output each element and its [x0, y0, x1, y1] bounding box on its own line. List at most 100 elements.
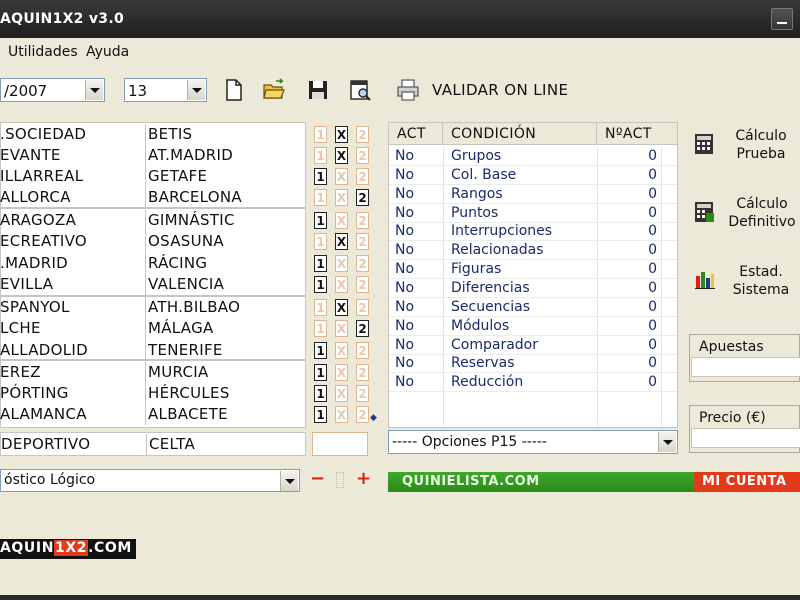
- quinielista-link[interactable]: QUINIELISTA.COM: [402, 474, 540, 489]
- pick-1-checkbox[interactable]: 1: [314, 364, 327, 381]
- pick-x-checkbox[interactable]: X: [335, 320, 348, 337]
- pick-x-checkbox[interactable]: X: [335, 385, 348, 402]
- pick-1-checkbox[interactable]: 1: [314, 168, 327, 185]
- estad-sistema-button[interactable]: Estad. Sistema: [722, 263, 800, 299]
- condition-row[interactable]: No Comparador 0: [389, 336, 677, 355]
- pick-1-checkbox[interactable]: 1: [314, 189, 327, 206]
- condition-row[interactable]: No Col. Base 0: [389, 166, 677, 185]
- pick-2-checkbox[interactable]: 2: [356, 233, 369, 250]
- condition-row[interactable]: No Relacionadas 0: [389, 241, 677, 261]
- pick-2-checkbox[interactable]: 2: [356, 168, 369, 185]
- col-header-condicion[interactable]: CONDICIÓN: [443, 123, 597, 145]
- col-header-act[interactable]: ACT: [389, 123, 443, 145]
- opciones-combo[interactable]: ----- Opciones P15 -----: [388, 430, 678, 454]
- away-team: ATH.BILBAO: [148, 298, 241, 316]
- pick-x-checkbox[interactable]: X: [335, 364, 348, 381]
- pick-2-checkbox[interactable]: 2: [356, 212, 369, 229]
- pick-1-checkbox[interactable]: 1: [314, 212, 327, 229]
- pick-2-checkbox[interactable]: 2: [356, 364, 369, 381]
- pick-2-checkbox[interactable]: 2: [356, 276, 369, 293]
- pick-1-checkbox[interactable]: 1: [314, 385, 327, 402]
- pick-1-checkbox[interactable]: 1: [314, 406, 327, 423]
- pick-1-checkbox[interactable]: 1: [314, 276, 327, 293]
- diamond-marker-icon: ◆: [370, 413, 377, 423]
- pick-x-checkbox[interactable]: X: [335, 406, 348, 423]
- col-header-nact[interactable]: NºACT: [597, 123, 677, 145]
- pick-2-checkbox[interactable]: 2: [356, 147, 369, 164]
- pleno-home: DEPORTIVO: [1, 434, 147, 455]
- plus-button[interactable]: +: [356, 468, 371, 489]
- away-team: ALBACETE: [148, 405, 228, 423]
- minimize-button[interactable]: [771, 8, 793, 30]
- pick-2-checkbox[interactable]: 2: [356, 342, 369, 359]
- pick-1-checkbox[interactable]: 1: [314, 299, 327, 316]
- condition-count: 0: [648, 355, 657, 372]
- conditions-rows: No Grupos 0 No Col. Base 0 No Rangos 0 No Puntos 0 N…: [389, 147, 677, 427]
- slider-track[interactable]: [336, 472, 344, 488]
- condition-act: No: [395, 261, 415, 278]
- chevron-down-icon[interactable]: [280, 471, 298, 491]
- pick-2-checkbox[interactable]: 2: [356, 299, 369, 316]
- condition-row[interactable]: No Figuras 0: [389, 260, 677, 280]
- condition-act: No: [395, 185, 415, 202]
- apuestas-input[interactable]: [691, 357, 800, 377]
- pick-1-checkbox[interactable]: 1: [314, 126, 327, 143]
- condition-row[interactable]: No Diferencias 0: [389, 279, 677, 298]
- condition-row[interactable]: No Rangos 0: [389, 185, 677, 204]
- pick-x-checkbox[interactable]: X: [335, 276, 348, 293]
- chevron-down-icon[interactable]: [658, 432, 676, 452]
- condition-row[interactable]: No Reservas 0: [389, 354, 677, 374]
- pronostico-combo[interactable]: óstico Lógico: [0, 469, 300, 492]
- home-team: .MADRID: [0, 253, 146, 274]
- match-row: ALAMANCA ALBACETE: [0, 404, 306, 425]
- condition-row[interactable]: No Secuencias 0: [389, 298, 677, 317]
- condition-row[interactable]: No Reducción 0: [389, 373, 677, 393]
- pick-2-checkbox[interactable]: 2: [356, 126, 369, 143]
- pick-x-checkbox[interactable]: X: [335, 233, 348, 250]
- match-row: EVANTE AT.MADRID: [0, 145, 306, 166]
- condition-row[interactable]: No Interrupciones 0: [389, 222, 677, 242]
- pick-x-checkbox[interactable]: X: [335, 189, 348, 206]
- home-team: EREZ: [0, 362, 146, 383]
- mi-cuenta-button[interactable]: MI CUENTA: [694, 472, 800, 492]
- pick-x-checkbox[interactable]: X: [335, 255, 348, 272]
- pick-2-checkbox[interactable]: 2: [356, 385, 369, 402]
- pick-1-checkbox[interactable]: 1: [314, 320, 327, 337]
- condition-name: Col. Base: [451, 166, 517, 183]
- condition-row[interactable]: No Puntos 0: [389, 204, 677, 223]
- precio-label: Precio (€): [699, 410, 766, 426]
- pick-1-checkbox[interactable]: 1: [314, 233, 327, 250]
- match-row: ARAGOZA GIMNÁSTIC: [0, 210, 306, 231]
- condition-row[interactable]: No Grupos 0: [389, 147, 677, 166]
- home-team: ALLORCA: [0, 187, 146, 208]
- pick-x-checkbox[interactable]: X: [335, 212, 348, 229]
- pick-1-checkbox[interactable]: 1: [314, 342, 327, 359]
- pick-2-checkbox[interactable]: 2: [356, 255, 369, 272]
- pick-2-checkbox[interactable]: 2: [356, 406, 369, 423]
- pick-x-checkbox[interactable]: X: [335, 168, 348, 185]
- condition-row[interactable]: No Módulos 0: [389, 317, 677, 336]
- pick-1-checkbox[interactable]: 1: [314, 147, 327, 164]
- calculator-icon[interactable]: [692, 132, 716, 156]
- away-team: RÁCING: [148, 254, 208, 272]
- home-team: .SOCIEDAD: [0, 124, 146, 145]
- calculo-prueba-button[interactable]: Cálculo Prueba: [722, 127, 800, 163]
- calculo-definitivo-button[interactable]: Cálculo Definitivo: [722, 195, 800, 231]
- pick-x-checkbox[interactable]: X: [335, 126, 348, 143]
- pick-2-checkbox[interactable]: 2: [356, 189, 369, 206]
- brand-logo[interactable]: AQUIN1X2.COM: [0, 539, 136, 559]
- pick-x-checkbox[interactable]: X: [335, 342, 348, 359]
- match-row: .SOCIEDAD BETIS: [0, 124, 306, 145]
- pick-x-checkbox[interactable]: X: [335, 147, 348, 164]
- away-team: GETAFE: [148, 167, 208, 185]
- calculator-save-icon[interactable]: [692, 200, 716, 224]
- pick-2-checkbox[interactable]: 2: [356, 320, 369, 337]
- validar-online-button[interactable]: VALIDAR ON LINE: [432, 81, 568, 99]
- printer-icon[interactable]: [396, 78, 420, 102]
- pick-x-checkbox[interactable]: X: [335, 299, 348, 316]
- pick-1-checkbox[interactable]: 1: [314, 255, 327, 272]
- match-row: .MADRID RÁCING: [0, 253, 306, 274]
- minus-button[interactable]: −: [310, 468, 325, 489]
- precio-input[interactable]: [691, 428, 800, 448]
- bar-chart-icon[interactable]: [694, 268, 716, 290]
